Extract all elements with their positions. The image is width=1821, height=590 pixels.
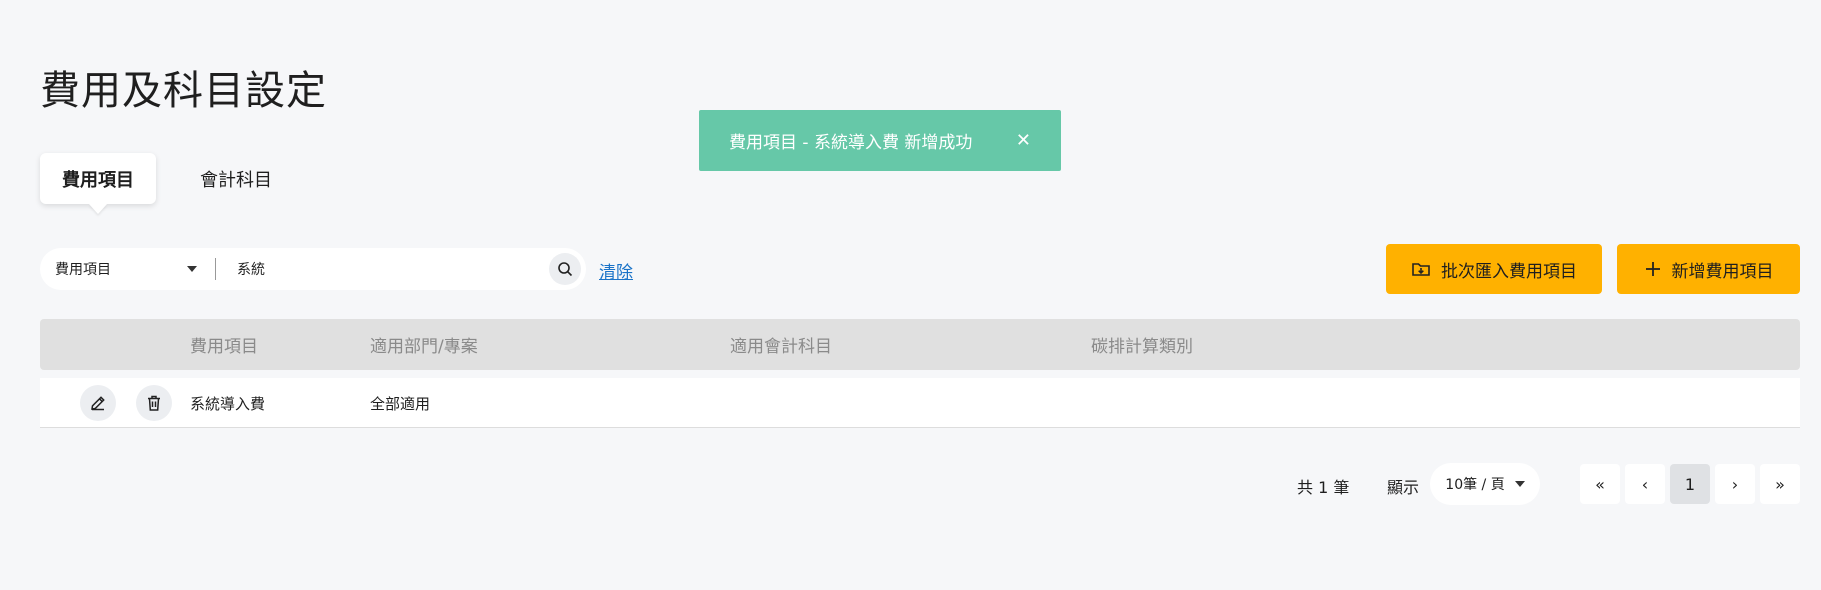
chevron-down-icon: [1514, 481, 1525, 487]
success-toast: 費用項目 - 系統導入費 新增成功 ✕: [699, 110, 1061, 171]
column-header-carbon-category: 碳排計算類別: [1091, 337, 1193, 357]
cell-department: 全部適用: [370, 394, 431, 413]
page-size-value: 10筆 / 頁: [1445, 477, 1505, 493]
plus-icon: [1645, 262, 1660, 276]
tab-bar: 費用項目 會計科目: [40, 153, 294, 204]
column-header-department: 適用部門/專案: [370, 337, 478, 357]
batch-import-label: 批次匯入費用項目: [1441, 261, 1577, 282]
double-chevron-left-icon: «: [1595, 474, 1605, 494]
table-header: 費用項目 適用部門/專案 適用會計科目 碳排計算類別: [40, 319, 1800, 370]
batch-import-button[interactable]: 批次匯入費用項目: [1386, 244, 1602, 294]
page-number-button[interactable]: 1: [1670, 464, 1710, 504]
last-page-button[interactable]: »: [1760, 464, 1800, 504]
cell-expense-item: 系統導入費: [190, 394, 266, 413]
clear-link[interactable]: 清除: [599, 258, 633, 283]
delete-button[interactable]: [136, 385, 172, 421]
page-number: 1: [1684, 474, 1696, 494]
total-count: 共 1 筆: [1297, 478, 1350, 497]
tab-expense-items[interactable]: 費用項目: [40, 153, 156, 204]
chevron-left-icon: ‹: [1641, 474, 1649, 494]
first-page-button[interactable]: «: [1580, 464, 1620, 504]
edit-button[interactable]: [80, 385, 116, 421]
column-header-account: 適用會計科目: [730, 337, 832, 357]
folder-import-icon: [1412, 263, 1430, 276]
add-expense-item-button[interactable]: 新增費用項目: [1617, 244, 1800, 294]
field-select[interactable]: 費用項目: [40, 248, 215, 290]
page-size-label: 顯示: [1387, 478, 1420, 497]
search-input[interactable]: [216, 248, 549, 290]
search-button[interactable]: [549, 253, 581, 285]
column-header-expense-item: 費用項目: [190, 337, 258, 357]
trash-icon: [148, 395, 160, 411]
table-row: 系統導入費 全部適用: [40, 378, 1800, 428]
page-size-select[interactable]: 10筆 / 頁: [1430, 463, 1540, 505]
tab-accounting-subjects[interactable]: 會計科目: [178, 153, 294, 204]
chevron-down-icon: [187, 266, 197, 272]
double-chevron-right-icon: »: [1775, 474, 1785, 494]
next-page-button[interactable]: ›: [1715, 464, 1755, 504]
chevron-right-icon: ›: [1731, 474, 1739, 494]
field-select-value: 費用項目: [55, 262, 111, 278]
search-icon: [558, 262, 573, 277]
toast-message: 費用項目 - 系統導入費 新增成功: [729, 133, 973, 153]
add-expense-item-label: 新增費用項目: [1671, 261, 1774, 282]
close-icon[interactable]: ✕: [1016, 131, 1031, 150]
pencil-icon: [91, 396, 105, 411]
prev-page-button[interactable]: ‹: [1625, 464, 1665, 504]
page-title: 費用及科目設定: [40, 68, 327, 114]
search-filter: 費用項目: [40, 248, 586, 290]
